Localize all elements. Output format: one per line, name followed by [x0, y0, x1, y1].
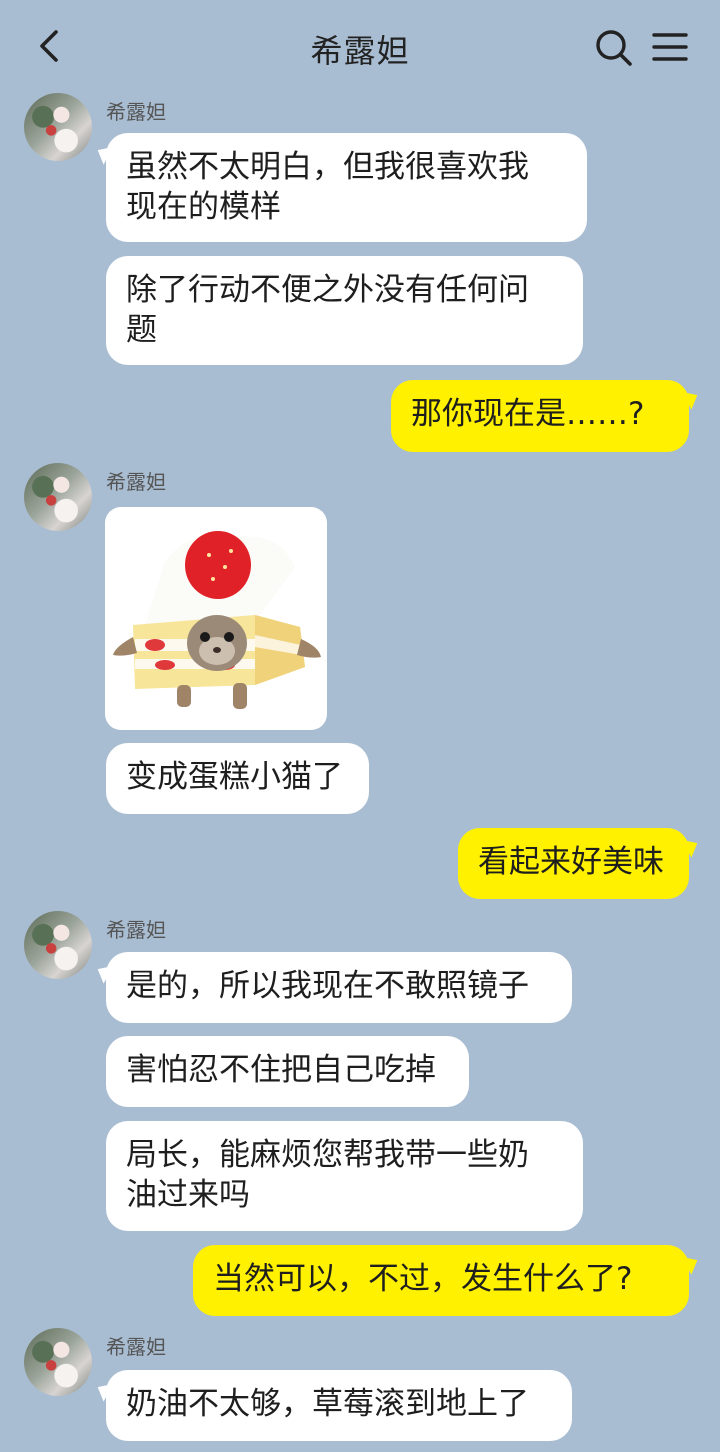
avatar[interactable] [24, 1328, 92, 1396]
search-icon [596, 30, 632, 66]
avatar[interactable] [24, 463, 92, 531]
message-bubble[interactable]: 奶油不太够，草莓滚到地上了 [106, 1370, 572, 1441]
sender-name: 希露妲 [106, 470, 166, 494]
search-button[interactable] [592, 26, 636, 70]
message-bubble[interactable]: 除了行动不便之外没有任何问 题 [106, 256, 583, 365]
avatar[interactable] [24, 93, 92, 161]
chat-header: 希露妲 [0, 0, 720, 92]
message-bubble-outgoing[interactable]: 当然可以，不过，发生什么了? [193, 1245, 689, 1316]
message-bubble-outgoing[interactable]: 那你现在是……? [391, 380, 689, 452]
message-bubble[interactable]: 局长，能麻烦您帮我带一些奶 油过来吗 [106, 1121, 583, 1231]
avatar[interactable] [24, 911, 92, 979]
message-bubble[interactable]: 害怕忍不住把自己吃掉 [106, 1036, 469, 1107]
cake-cat-sticker[interactable] [105, 507, 327, 730]
message-bubble-outgoing[interactable]: 看起来好美味 [458, 828, 689, 899]
message-bubble[interactable]: 虽然不太明白，但我很喜欢我 现在的模样 [106, 133, 587, 242]
sender-name: 希露妲 [106, 1335, 166, 1359]
cake-cat-sticker-image [113, 531, 321, 709]
message-bubble[interactable]: 是的，所以我现在不敢照镜子 [106, 952, 572, 1023]
menu-button[interactable] [648, 26, 692, 70]
sender-name: 希露妲 [106, 918, 166, 942]
sender-name: 希露妲 [106, 100, 166, 124]
menu-icon [652, 33, 688, 61]
chat-screen: 希露妲 希露妲 虽然不太明白，但我很喜欢我 现在的模样 除了行动不便之外没有任何… [0, 0, 720, 1452]
message-bubble[interactable]: 变成蛋糕小猫了 [106, 743, 369, 814]
